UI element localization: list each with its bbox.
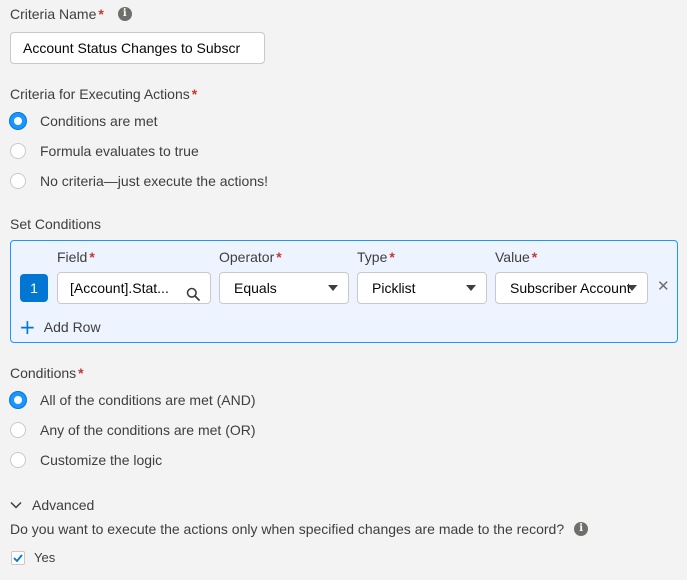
radio-all-and[interactable]: All of the conditions are met (AND) xyxy=(10,389,256,411)
field-column-label: Field xyxy=(57,249,88,265)
radio-label: All of the conditions are met (AND) xyxy=(40,392,256,408)
chevron-down-icon xyxy=(328,285,338,291)
field-value: [Account].Stat... xyxy=(70,280,169,296)
required-asterisk: * xyxy=(78,365,84,381)
required-asterisk: * xyxy=(531,249,538,265)
value-column-label: Value xyxy=(495,249,530,265)
required-asterisk: * xyxy=(98,6,104,22)
conditions-label-row: Conditions * xyxy=(10,365,84,381)
value-column-header: Value * xyxy=(495,249,537,265)
criteria-name-label: Criteria Name xyxy=(10,6,97,22)
required-asterisk: * xyxy=(191,86,198,102)
set-conditions-panel: Field * Operator * Type * Value * 1 [Account… xyxy=(10,240,678,343)
radio-button[interactable] xyxy=(10,452,26,468)
executing-actions-label: Criteria for Executing Actions xyxy=(10,86,190,102)
operator-column-header: Operator * xyxy=(219,249,282,265)
operator-select[interactable]: Equals xyxy=(219,272,349,304)
checkbox[interactable] xyxy=(11,550,25,565)
radio-label: Formula evaluates to true xyxy=(40,143,199,159)
checkmark-icon xyxy=(13,553,23,562)
add-row-label: Add Row xyxy=(43,319,101,335)
executing-actions-label-row: Criteria for Executing Actions * xyxy=(10,86,197,102)
radio-conditions-met[interactable]: Conditions are met xyxy=(10,110,268,132)
operator-column-label: Operator xyxy=(219,249,275,265)
criteria-name-input[interactable]: Account Status Changes to Subscr xyxy=(10,32,265,64)
required-asterisk: * xyxy=(389,249,395,265)
row-number: 1 xyxy=(20,274,48,302)
yes-label: Yes xyxy=(34,550,56,565)
radio-button[interactable] xyxy=(10,113,26,129)
yes-checkbox-row[interactable]: Yes xyxy=(11,550,55,565)
close-icon[interactable]: ✕ xyxy=(657,279,670,295)
advanced-question-row: Do you want to execute the actions only … xyxy=(10,521,589,537)
add-icon: + xyxy=(19,315,36,339)
criteria-name-label-row: Criteria Name * i xyxy=(10,6,132,22)
chevron-down-icon xyxy=(466,285,476,291)
field-column-header: Field * xyxy=(57,249,95,265)
radio-button[interactable] xyxy=(10,422,26,438)
type-column-label: Type xyxy=(357,249,388,265)
radio-any-or[interactable]: Any of the conditions are met (OR) xyxy=(10,419,256,441)
type-value: Picklist xyxy=(372,280,416,296)
type-column-header: Type * xyxy=(357,249,395,265)
info-icon[interactable]: i xyxy=(117,7,132,21)
radio-label: Any of the conditions are met (OR) xyxy=(40,422,256,438)
chevron-down-icon xyxy=(627,285,637,291)
advanced-toggle[interactable]: Advanced xyxy=(10,497,94,513)
chevron-down-icon xyxy=(10,501,22,509)
operator-value: Equals xyxy=(234,280,277,296)
radio-no-criteria[interactable]: No criteria—just execute the actions! xyxy=(10,170,268,192)
radio-button[interactable] xyxy=(10,392,26,408)
field-lookup-input[interactable]: [Account].Stat... xyxy=(57,272,211,304)
required-asterisk: * xyxy=(276,249,282,265)
conditions-label: Conditions xyxy=(10,365,77,381)
conditions-radio-group: All of the conditions are met (AND) Any … xyxy=(10,389,256,471)
add-row-button[interactable]: + Add Row xyxy=(19,315,101,339)
radio-label: Conditions are met xyxy=(40,113,158,129)
value-value: Subscriber Account xyxy=(510,280,631,296)
radio-label: Customize the logic xyxy=(40,452,163,468)
value-select[interactable]: Subscriber Account xyxy=(495,272,648,304)
radio-button[interactable] xyxy=(10,143,26,159)
advanced-label: Advanced xyxy=(32,497,95,513)
advanced-question: Do you want to execute the actions only … xyxy=(10,521,565,537)
radio-customize-logic[interactable]: Customize the logic xyxy=(10,449,256,471)
search-icon[interactable] xyxy=(186,281,200,303)
info-icon[interactable]: i xyxy=(574,522,589,536)
type-select[interactable]: Picklist xyxy=(357,272,487,304)
radio-label: No criteria—just execute the actions! xyxy=(40,173,268,189)
set-conditions-label: Set Conditions xyxy=(10,216,102,232)
executing-actions-radio-group: Conditions are met Formula evaluates to … xyxy=(10,110,268,192)
radio-formula[interactable]: Formula evaluates to true xyxy=(10,140,268,162)
radio-button[interactable] xyxy=(10,173,26,189)
required-asterisk: * xyxy=(89,249,95,265)
